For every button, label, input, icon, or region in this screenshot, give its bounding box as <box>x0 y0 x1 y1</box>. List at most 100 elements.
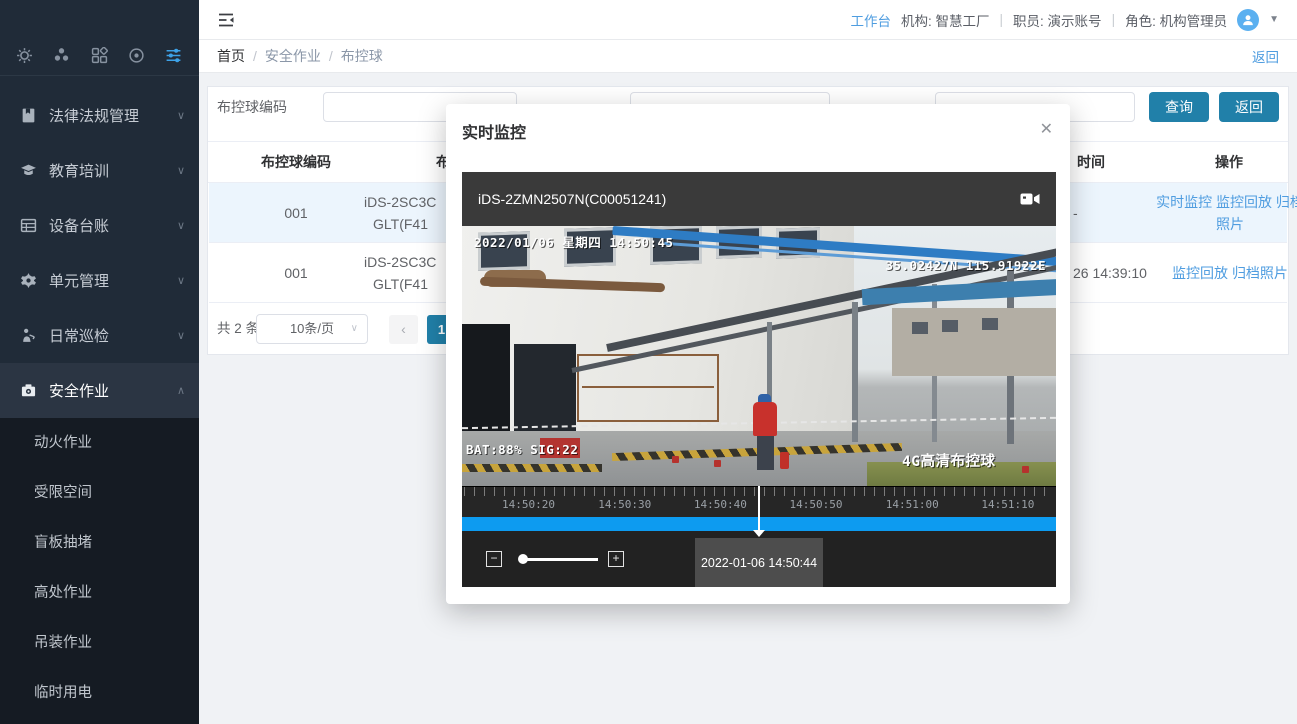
ledger-icon <box>20 217 38 235</box>
video-frame[interactable]: 2022/01/06 星期四 14:50:45 35.02427N 115.91… <box>462 226 1056 486</box>
breadcrumb-separator: / <box>329 48 333 64</box>
avatar[interactable] <box>1237 9 1259 31</box>
header-actions: 操作 <box>1149 142 1297 182</box>
chevron-down-icon: ∨ <box>177 164 185 177</box>
submenu-item-temporary-power[interactable]: 临时用电 <box>0 668 199 718</box>
filter-code-label: 布控球编码 <box>217 92 287 122</box>
submenu-item-blind-plate[interactable]: 盲板抽堵 <box>0 518 199 568</box>
cell-name: iDS-2SC3C GLT(F41 <box>364 251 436 295</box>
target-icon[interactable] <box>128 47 146 65</box>
playback-link[interactable]: 监控回放 <box>1216 194 1272 210</box>
breadcrumb-home[interactable]: 首页 <box>217 46 245 66</box>
device-title: iDS-2ZMN2507N(C00051241) <box>478 191 666 207</box>
timeline-zoom-in-button[interactable]: + <box>608 551 624 567</box>
timeline-label: 14:50:20 <box>502 498 555 511</box>
sidebar-submenu: 动火作业 受限空间 盲板抽堵 高处作业 吊装作业 临时用电 <box>0 418 199 724</box>
playhead-line[interactable] <box>758 486 760 532</box>
fire-extinguisher <box>780 452 789 469</box>
cell-actions: 监控回放 归档照片 <box>1150 243 1297 303</box>
worker-legs <box>757 436 774 470</box>
book-icon <box>20 107 38 125</box>
patrol-person-icon <box>20 327 38 345</box>
chevron-up-icon: ∧ <box>177 384 185 397</box>
timeline-label: 14:51:00 <box>886 498 939 511</box>
worker-figure <box>753 402 777 436</box>
playhead-pointer <box>753 530 765 537</box>
sliders-icon[interactable] <box>165 47 183 65</box>
page-size-value: 10条/页 <box>290 321 334 336</box>
cell-name-line2: GLT(F41 <box>364 216 428 232</box>
cell-name-line1: iDS-2SC3C <box>364 194 436 210</box>
distant-window <box>982 318 998 330</box>
sidebar-item-training[interactable]: 教育培训 ∨ <box>0 143 199 198</box>
chevron-down-icon: ∨ <box>177 219 185 232</box>
timeline-zoom-out-button[interactable]: − <box>486 551 502 567</box>
player-controls: − + 2022-01-06 14:50:44 <box>462 531 1056 587</box>
submenu-item-hot-work[interactable]: 动火作业 <box>0 418 199 468</box>
submenu-item-confined-space[interactable]: 受限空间 <box>0 468 199 518</box>
breadcrumb-separator: / <box>253 48 257 64</box>
topbar: 工作台 机构: 智慧工厂 | 职员: 演示账号 | 角色: 机构管理员 ▼ <box>199 0 1297 40</box>
sidebar-item-label: 安全作业 <box>49 380 177 401</box>
sidebar-item-safety-work[interactable]: 安全作业 ∧ <box>0 363 199 418</box>
archive-photos-link[interactable]: 归档照片 <box>1232 265 1288 281</box>
cell-name-line2: GLT(F41 <box>364 276 428 292</box>
grid-icon[interactable] <box>91 47 109 65</box>
doorway <box>514 344 576 436</box>
playback-link[interactable]: 监控回放 <box>1172 265 1228 281</box>
close-icon[interactable]: ✕ <box>1040 119 1053 139</box>
back-button[interactable]: 返回 <box>1219 92 1279 122</box>
player-header: iDS-2ZMN2507N(C00051241) <box>462 172 1056 226</box>
red-item <box>1022 466 1029 473</box>
sidebar-item-label: 法律法规管理 <box>49 105 177 126</box>
cell-time: 26 14:39:10 <box>1073 243 1147 303</box>
sidebar-item-label: 日常巡检 <box>49 325 177 346</box>
staff-label: 职员: 演示账号 <box>1013 10 1102 30</box>
query-button[interactable]: 查询 <box>1149 92 1209 122</box>
role-label: 角色: 机构管理员 <box>1125 10 1227 30</box>
osd-datetime: 2022/01/06 星期四 14:50:45 <box>474 232 674 251</box>
collapse-sidebar-icon[interactable] <box>217 12 235 28</box>
breadcrumb-back-link[interactable]: 返回 <box>1252 46 1279 66</box>
zoom-slider-track[interactable] <box>524 558 598 561</box>
chevron-down-icon[interactable]: ▼ <box>1269 14 1279 25</box>
pagination-prev-button[interactable]: ‹ <box>389 315 418 344</box>
separator: | <box>1112 12 1116 27</box>
timeline-label: 14:50:30 <box>598 498 651 511</box>
camera-icon <box>20 382 38 400</box>
gear-icon <box>20 272 38 290</box>
live-monitor-modal: 实时监控 ✕ iDS-2ZMN2507N(C00051241) <box>446 104 1070 604</box>
modal-title: 实时监控 <box>462 119 526 143</box>
cell-code: 001 <box>213 183 379 243</box>
red-item <box>714 460 721 467</box>
live-monitor-link[interactable]: 实时监控 <box>1156 194 1212 210</box>
breadcrumb-bar: 首页 / 安全作业 / 布控球 返回 <box>199 40 1297 73</box>
sidebar-item-laws[interactable]: 法律法规管理 ∨ <box>0 88 199 143</box>
sidebar-item-label: 设备台账 <box>49 215 177 236</box>
video-camera-icon[interactable] <box>1020 192 1040 206</box>
hazard-curb <box>462 464 602 472</box>
workbench-link[interactable]: 工作台 <box>851 10 892 30</box>
sidebar-item-label: 教育培训 <box>49 160 177 181</box>
pagination-total: 共 2 条 <box>217 314 259 344</box>
worker-cap <box>758 394 771 402</box>
header-code: 布控球编码 <box>213 142 379 182</box>
distant-window <box>942 320 958 332</box>
page-size-select[interactable]: 10条/页 ∨ <box>256 314 368 344</box>
video-player: iDS-2ZMN2507N(C00051241) <box>462 172 1056 586</box>
timeline-label: 14:51:10 <box>981 498 1034 511</box>
gear-icon[interactable] <box>16 47 34 65</box>
breadcrumb-section[interactable]: 安全作业 <box>265 46 321 66</box>
sidebar-item-equipment[interactable]: 设备台账 ∨ <box>0 198 199 253</box>
org-label: 机构: 智慧工厂 <box>901 10 990 30</box>
timeline-label: 14:50:40 <box>694 498 747 511</box>
fan-icon[interactable] <box>53 47 71 65</box>
sidebar-item-patrol[interactable]: 日常巡检 ∨ <box>0 308 199 363</box>
breadcrumb-current: 布控球 <box>341 46 383 66</box>
osd-battery-signal: BAT:88% SIG:22 <box>466 442 578 457</box>
submenu-item-height-work[interactable]: 高处作业 <box>0 568 199 618</box>
chevron-down-icon: ∨ <box>177 109 185 122</box>
sidebar-item-units[interactable]: 单元管理 ∨ <box>0 253 199 308</box>
submenu-item-lifting-work[interactable]: 吊装作业 <box>0 618 199 668</box>
chevron-down-icon: ∨ <box>177 274 185 287</box>
